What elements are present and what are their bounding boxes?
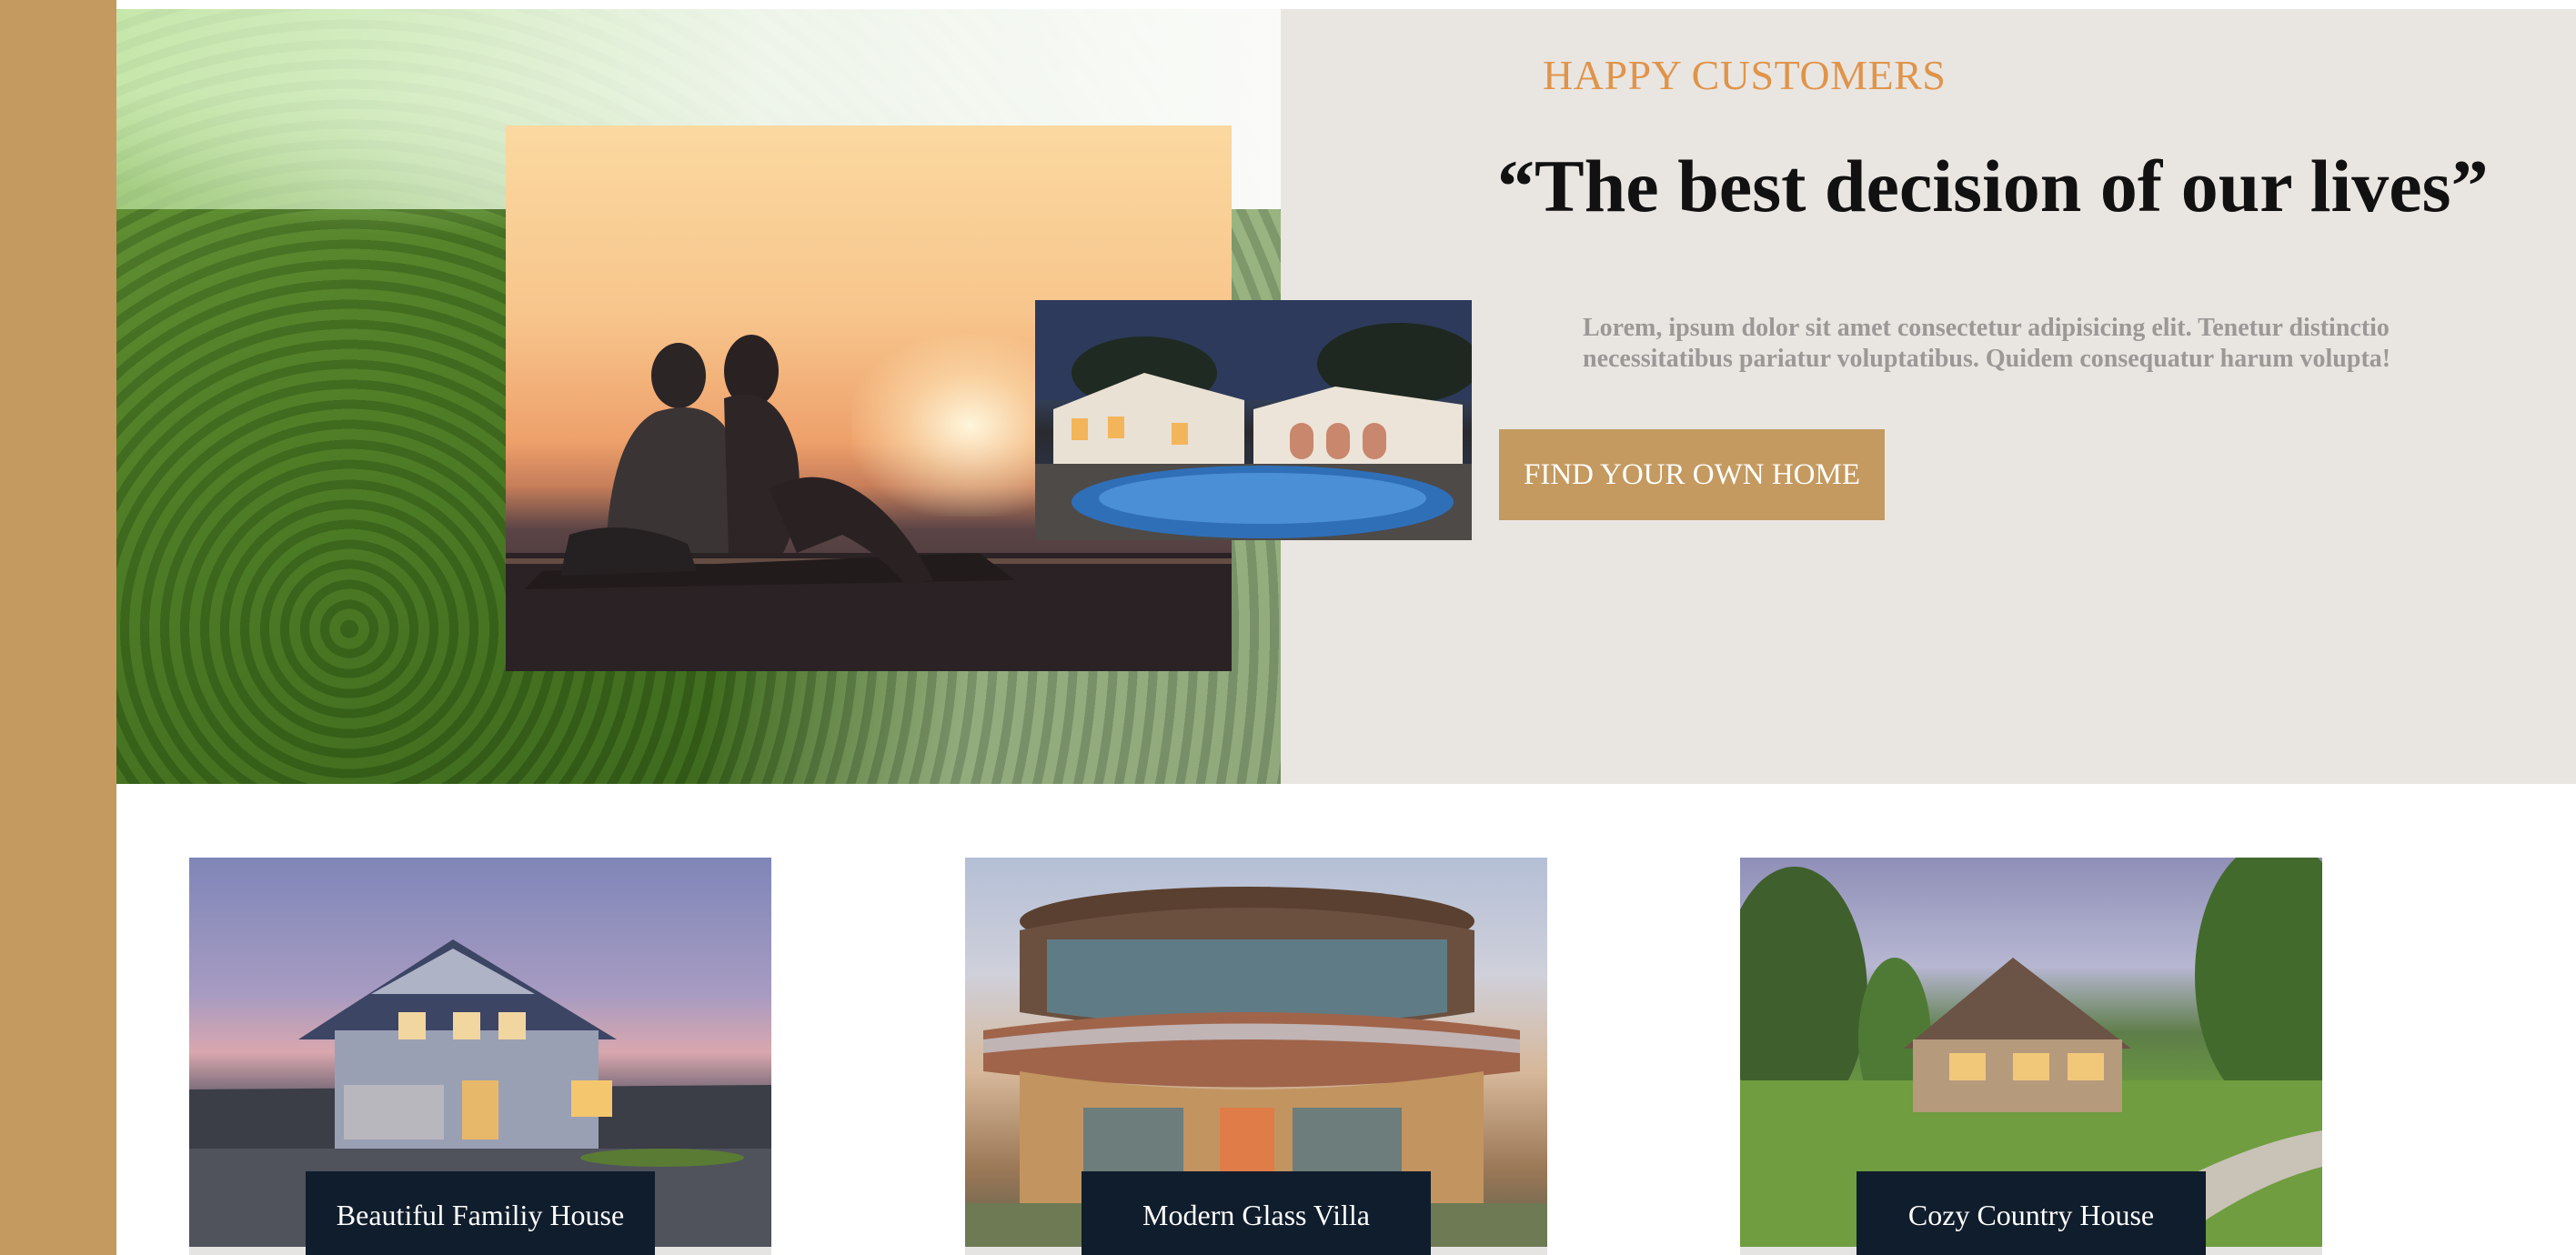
- home-card[interactable]: Cozy Country House: [1740, 858, 2322, 1255]
- home-card[interactable]: Modern Glass Villa: [965, 858, 1547, 1255]
- sidebar-accent-bar: [0, 0, 116, 1255]
- testimonial-body: Lorem, ipsum dolor sit amet consectetur …: [1583, 314, 2391, 373]
- home-card-title: Cozy Country House: [1857, 1171, 2206, 1255]
- home-card-title: Beautiful Familiy House: [306, 1171, 655, 1255]
- villa-pool-photo: [1035, 300, 1472, 540]
- home-card[interactable]: Beautiful Familiy House: [189, 858, 771, 1255]
- testimonial-panel: [1281, 9, 2576, 784]
- villa-pool-illustration: [1035, 300, 1472, 540]
- find-home-button[interactable]: FIND YOUR OWN HOME: [1499, 429, 1885, 520]
- testimonial-headline: “The best decision of our lives”: [1497, 145, 2489, 227]
- section-eyebrow: HAPPY CUSTOMERS: [1543, 52, 1947, 98]
- home-card-title: Modern Glass Villa: [1082, 1171, 1431, 1255]
